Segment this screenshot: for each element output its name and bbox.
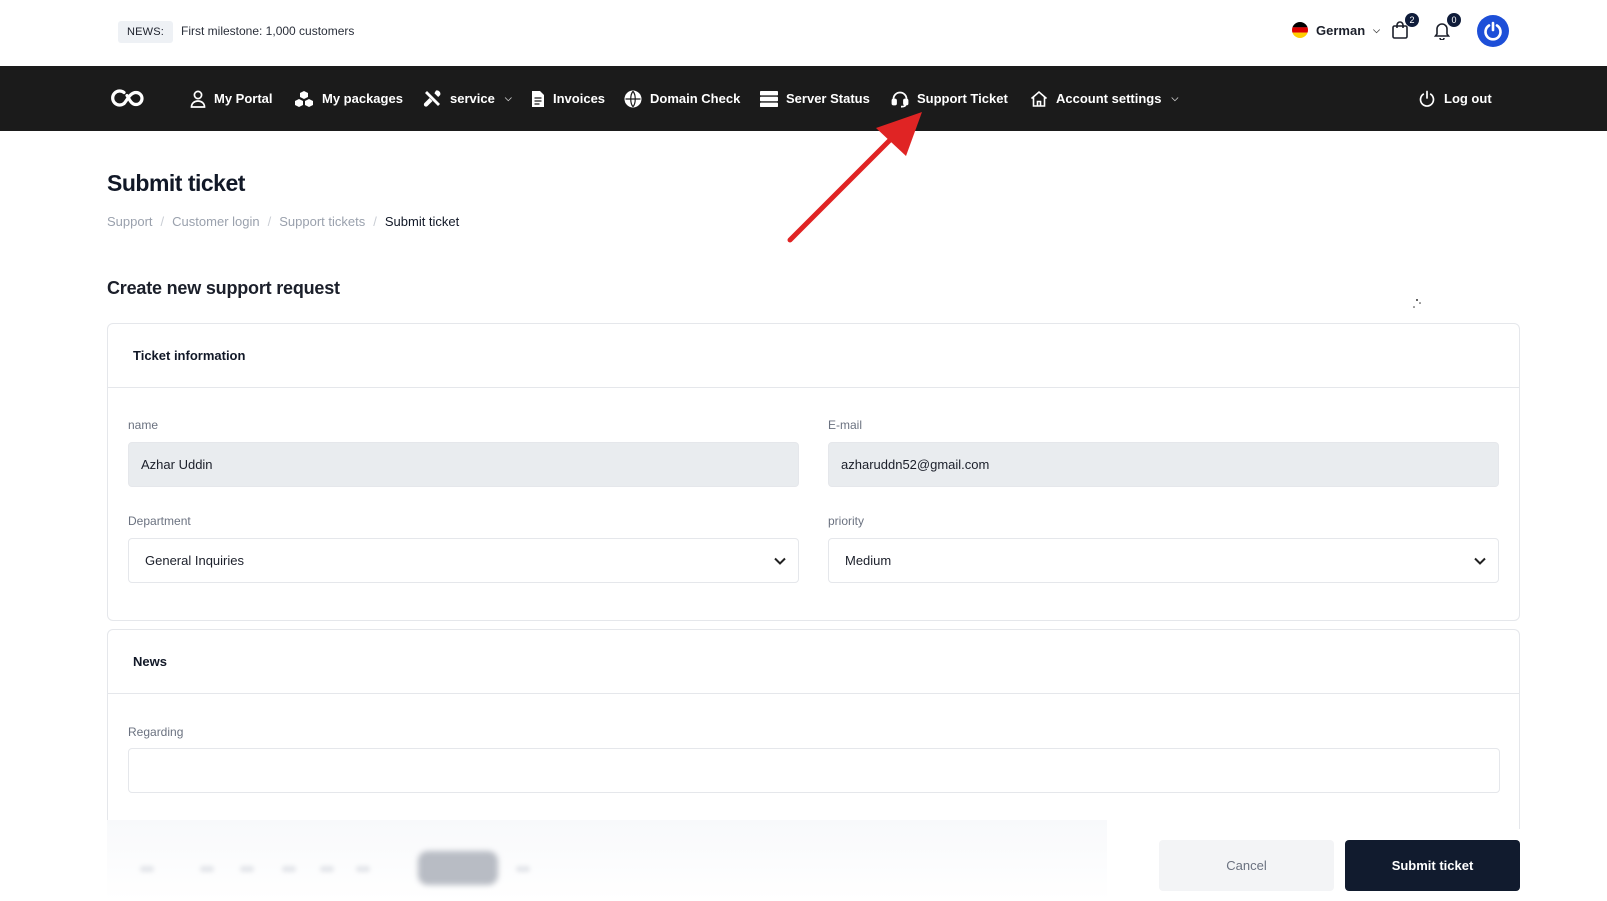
blurred-toolbar-icon: [140, 866, 154, 872]
nav-label: My Portal: [214, 91, 273, 106]
card-heading: News: [108, 630, 1519, 694]
notification-count-badge: 0: [1447, 13, 1461, 27]
nav-my-portal[interactable]: My Portal: [190, 66, 273, 131]
breadcrumb-current: Submit ticket: [384, 214, 460, 229]
blurred-toolbar-icon: [320, 866, 334, 872]
cart-button[interactable]: 2: [1390, 13, 1419, 42]
nav-domain-check[interactable]: Domain Check: [624, 66, 740, 131]
invoice-icon: [532, 90, 544, 107]
breadcrumb-separator: /: [373, 214, 377, 229]
chevron-down-icon: [774, 554, 786, 568]
user-avatar-button[interactable]: [1477, 15, 1509, 47]
department-value: General Inquiries: [145, 553, 244, 568]
nav-server-status[interactable]: Server Status: [760, 66, 870, 131]
nav-label: Server Status: [786, 91, 870, 106]
name-field[interactable]: Azhar Uddin: [128, 442, 799, 487]
department-select[interactable]: General Inquiries: [128, 538, 799, 583]
logout-button[interactable]: Log out: [1418, 66, 1492, 131]
chevron-down-icon: [1474, 554, 1486, 568]
regarding-input[interactable]: [128, 748, 1500, 793]
globe-icon: [624, 90, 642, 107]
packages-icon: [295, 90, 313, 107]
news-card: News: [107, 629, 1520, 829]
news-ticker-text[interactable]: First milestone: 1,000 customers: [181, 24, 354, 38]
name-value: Azhar Uddin: [141, 457, 213, 472]
server-icon: [760, 90, 778, 107]
nav-account-settings[interactable]: Account settings ⌵: [1030, 66, 1178, 131]
nav-support-ticket[interactable]: Support Ticket: [891, 66, 1008, 131]
blurred-toolbar-icon: [282, 866, 296, 872]
language-selector[interactable]: German ⌵: [1292, 22, 1380, 38]
email-field[interactable]: azharuddn52@gmail.com: [828, 442, 1499, 487]
breadcrumb-link-support[interactable]: Support: [107, 214, 153, 229]
chevron-down-icon: ⌵: [504, 93, 512, 103]
breadcrumb-link-customer-login[interactable]: Customer login: [172, 214, 259, 229]
department-label: Department: [128, 514, 191, 528]
priority-select[interactable]: Medium: [828, 538, 1499, 583]
nav-label: Domain Check: [650, 91, 741, 106]
breadcrumb-separator: /: [267, 214, 272, 229]
submit-ticket-button[interactable]: Submit ticket: [1345, 840, 1520, 891]
power-icon: [1484, 21, 1502, 41]
home-icon: [1030, 90, 1048, 107]
logout-label: Log out: [1444, 91, 1492, 106]
breadcrumb: Support / Customer login / Support ticke…: [107, 214, 459, 229]
priority-label: priority: [828, 514, 865, 528]
nav-label: Support Ticket: [917, 91, 1008, 106]
page-title: Submit ticket: [107, 170, 245, 196]
editor-toolbar-blurred: [107, 820, 1107, 901]
section-title: Create new support request: [107, 278, 340, 298]
nav-label: service: [450, 91, 495, 106]
nav-label: My packages: [322, 91, 403, 106]
tools-icon: [423, 90, 441, 107]
main-navbar: My Portal My packages service ⌵ Invoices…: [0, 66, 1607, 131]
card-heading: Ticket information: [108, 324, 1519, 388]
nav-my-packages[interactable]: My packages: [294, 66, 403, 131]
german-flag-icon: [1292, 22, 1308, 38]
blurred-toolbar-icon: [200, 866, 214, 872]
language-label: German: [1316, 22, 1366, 38]
top-bar: NEWS: First milestone: 1,000 customers G…: [0, 0, 1607, 66]
nav-service[interactable]: service ⌵: [423, 66, 512, 131]
breadcrumb-link-support-tickets[interactable]: Support tickets: [279, 214, 365, 229]
chevron-down-icon: ⌵: [1373, 24, 1380, 35]
breadcrumb-separator: /: [160, 214, 165, 229]
priority-value: Medium: [845, 553, 892, 568]
nav-label: Account settings: [1056, 91, 1162, 106]
user-icon: [190, 90, 206, 108]
email-value: azharuddn52@gmail.com: [841, 457, 990, 472]
news-badge: NEWS:: [118, 21, 174, 43]
brand-logo-icon[interactable]: [108, 86, 148, 110]
email-label: E-mail: [828, 418, 863, 432]
regarding-label: Regarding: [128, 725, 184, 739]
blurred-toolbar-icon: [516, 866, 530, 872]
headset-icon: [891, 91, 909, 108]
blurred-toolbar-icon: [356, 866, 370, 872]
power-icon: [1419, 90, 1435, 107]
cart-count-badge: 2: [1405, 13, 1419, 27]
chevron-down-icon: ⌵: [1171, 93, 1179, 103]
name-label: name: [128, 418, 159, 432]
nav-label: Invoices: [553, 91, 606, 106]
cancel-button[interactable]: Cancel: [1159, 840, 1334, 891]
notifications-button[interactable]: 0: [1432, 13, 1461, 42]
nav-invoices[interactable]: Invoices: [531, 66, 605, 131]
blurred-toolbar-icon: [240, 866, 254, 872]
blurred-toolbar-button: [418, 851, 498, 885]
